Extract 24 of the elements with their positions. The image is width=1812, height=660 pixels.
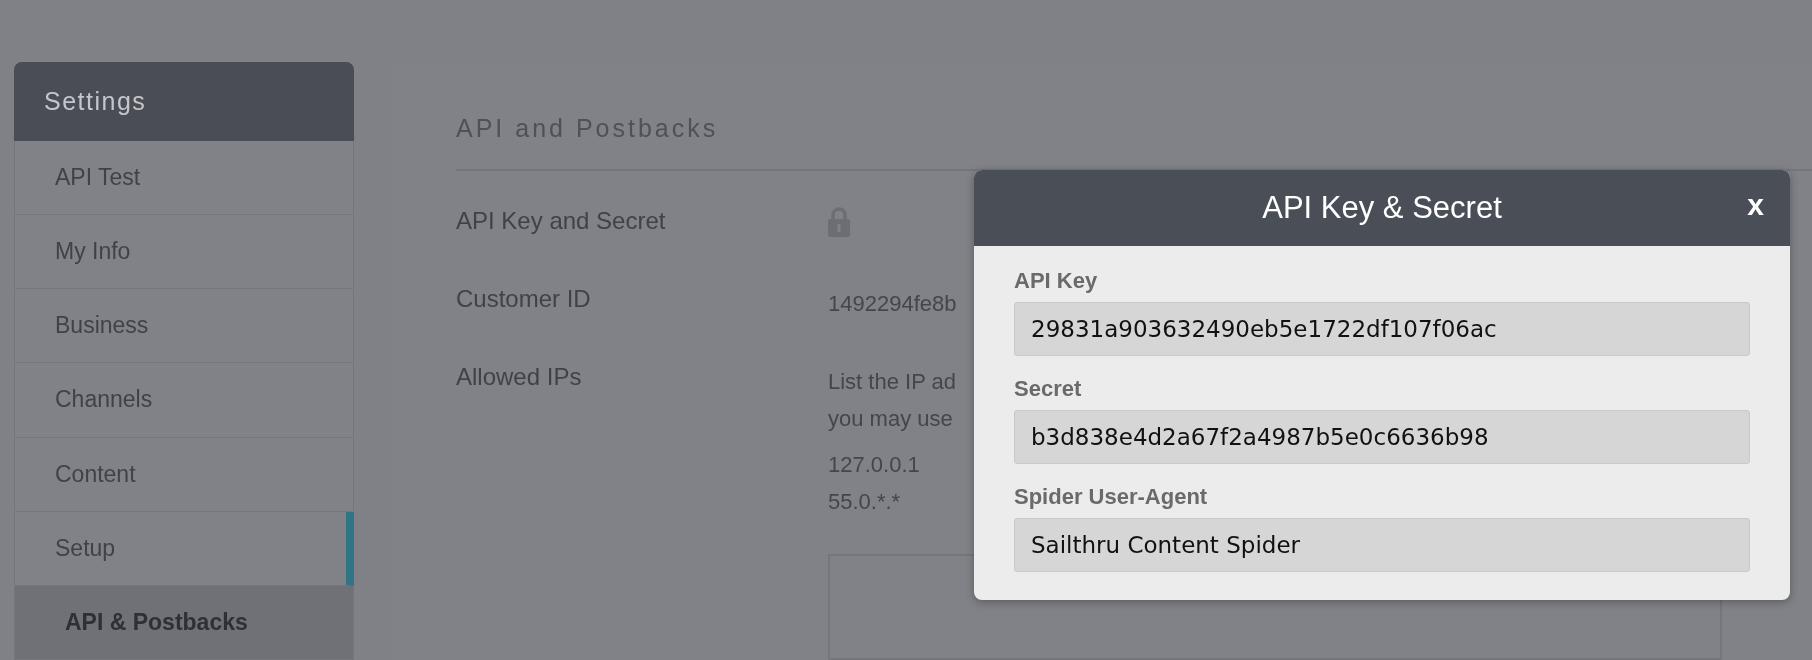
ip-address: 55.0.*.*	[828, 487, 901, 516]
customer-id: 1492294fe8b	[828, 290, 957, 318]
input-field[interactable]: Sailthru Content Spider	[1014, 518, 1750, 572]
sidebar-title: Settings	[14, 62, 354, 141]
field-label: Spider User-Agent	[1014, 484, 1209, 510]
ip-address: 127.0.0.1	[828, 450, 920, 479]
input-field[interactable]: b3d838e4d2a67f2a4987b5e0c6636b98	[1014, 410, 1750, 464]
sidebar-item[interactable]: Business	[14, 289, 354, 364]
field-label: Secret	[1014, 376, 1083, 402]
sidebar-item[interactable]: API Test	[14, 140, 354, 216]
modal-title: API Key & Secret	[1262, 190, 1502, 226]
sidebar-item[interactable]: My Info	[14, 215, 354, 290]
row-label: Allowed IPs	[456, 363, 583, 392]
description-text: you may use	[828, 405, 953, 433]
input-field[interactable]: 29831a903632490eb5e1722df107f06ac	[1014, 302, 1750, 356]
sidebar-item[interactable]: Content	[14, 437, 354, 512]
sidebar-item[interactable]: Setup	[14, 511, 354, 586]
row-label: Customer ID	[456, 285, 592, 314]
sidebar-item[interactable]: Channels	[14, 363, 354, 438]
sidebar-item[interactable]: API & Postbacks	[14, 585, 354, 660]
description-text: List the IP ad	[828, 368, 956, 396]
field-label: API Key	[1014, 268, 1099, 294]
row-label: API Key and Secret	[456, 207, 667, 236]
close-button[interactable]: x	[1743, 188, 1768, 222]
